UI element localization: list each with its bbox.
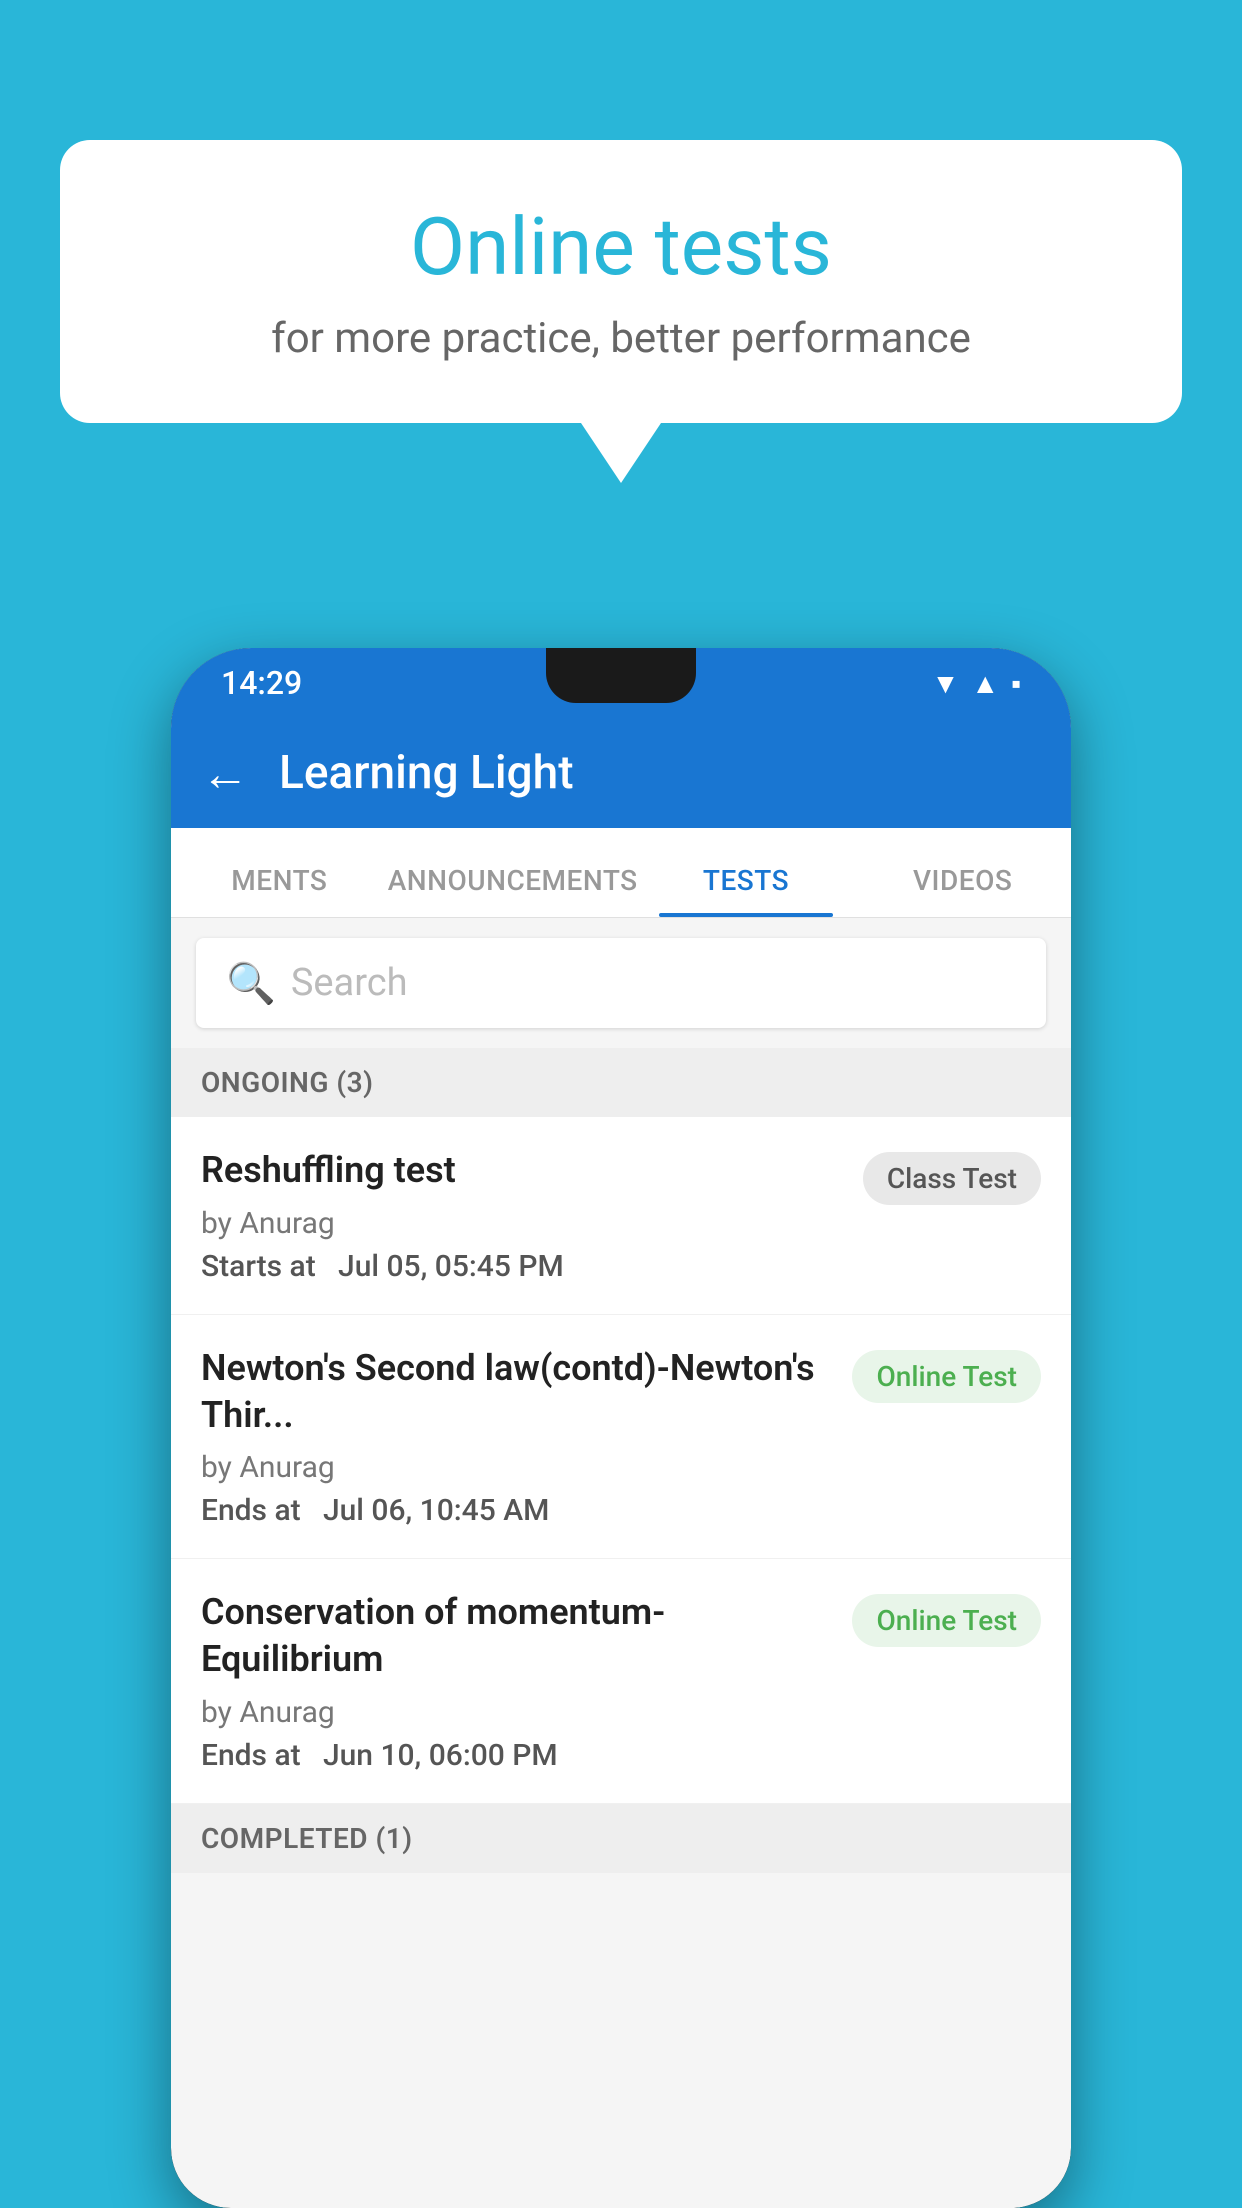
notch [546, 648, 696, 703]
tab-bar: MENTS ANNOUNCEMENTS TESTS VIDEOS [171, 828, 1071, 918]
test-info-3: Conservation of momentum-Equilibrium by … [201, 1589, 852, 1773]
signal-icon: ▲ [971, 667, 999, 700]
status-time: 14:29 [221, 664, 302, 702]
speech-bubble-subtitle: for more practice, better performance [130, 314, 1112, 363]
test-item-2[interactable]: Newton's Second law(contd)-Newton's Thir… [171, 1315, 1071, 1560]
phone-screen: 14:29 ▼ ▲ ▪ ← Learning Light MENTS ANNOU… [171, 648, 1071, 2208]
speech-bubble-container: Online tests for more practice, better p… [60, 140, 1182, 483]
test-name-2: Newton's Second law(contd)-Newton's Thir… [201, 1345, 832, 1439]
test-author-3: by Anurag [201, 1695, 832, 1730]
test-badge-2: Online Test [852, 1350, 1041, 1403]
test-time-2: Ends at Jul 06, 10:45 AM [201, 1493, 832, 1528]
ongoing-section-header: ONGOING (3) [171, 1048, 1071, 1117]
wifi-icon: ▼ [932, 667, 960, 700]
test-item-3[interactable]: Conservation of momentum-Equilibrium by … [171, 1559, 1071, 1804]
speech-bubble: Online tests for more practice, better p… [60, 140, 1182, 423]
speech-bubble-title: Online tests [130, 200, 1112, 294]
tab-announcements[interactable]: ANNOUNCEMENTS [388, 864, 638, 917]
test-time-1: Starts at Jul 05, 05:45 PM [201, 1249, 843, 1284]
test-info-2: Newton's Second law(contd)-Newton's Thir… [201, 1345, 852, 1529]
test-info-1: Reshuffling test by Anurag Starts at Jul… [201, 1147, 863, 1284]
search-input[interactable]: Search [291, 961, 408, 1005]
test-name-1: Reshuffling test [201, 1147, 843, 1194]
search-icon: 🔍 [226, 960, 276, 1007]
search-bar[interactable]: 🔍 Search [196, 938, 1046, 1028]
speech-bubble-tail [581, 423, 661, 483]
test-time-3: Ends at Jun 10, 06:00 PM [201, 1738, 832, 1773]
search-container: 🔍 Search [171, 918, 1071, 1048]
tab-ments[interactable]: MENTS [171, 864, 388, 917]
battery-icon: ▪ [1011, 667, 1021, 700]
phone-frame: 14:29 ▼ ▲ ▪ ← Learning Light MENTS ANNOU… [171, 648, 1071, 2208]
tab-videos[interactable]: VIDEOS [854, 864, 1071, 917]
status-icons: ▼ ▲ ▪ [932, 667, 1021, 700]
test-name-3: Conservation of momentum-Equilibrium [201, 1589, 832, 1683]
test-author-1: by Anurag [201, 1206, 843, 1241]
test-item-1[interactable]: Reshuffling test by Anurag Starts at Jul… [171, 1117, 1071, 1315]
tab-tests[interactable]: TESTS [638, 864, 855, 917]
test-author-2: by Anurag [201, 1450, 832, 1485]
test-badge-3: Online Test [852, 1594, 1041, 1647]
back-button[interactable]: ← [201, 745, 249, 802]
test-badge-1: Class Test [863, 1152, 1041, 1205]
app-bar-title: Learning Light [279, 746, 574, 800]
app-bar: ← Learning Light [171, 718, 1071, 828]
test-list: Reshuffling test by Anurag Starts at Jul… [171, 1117, 1071, 1804]
completed-section-header: COMPLETED (1) [171, 1804, 1071, 1873]
status-bar: 14:29 ▼ ▲ ▪ [171, 648, 1071, 718]
